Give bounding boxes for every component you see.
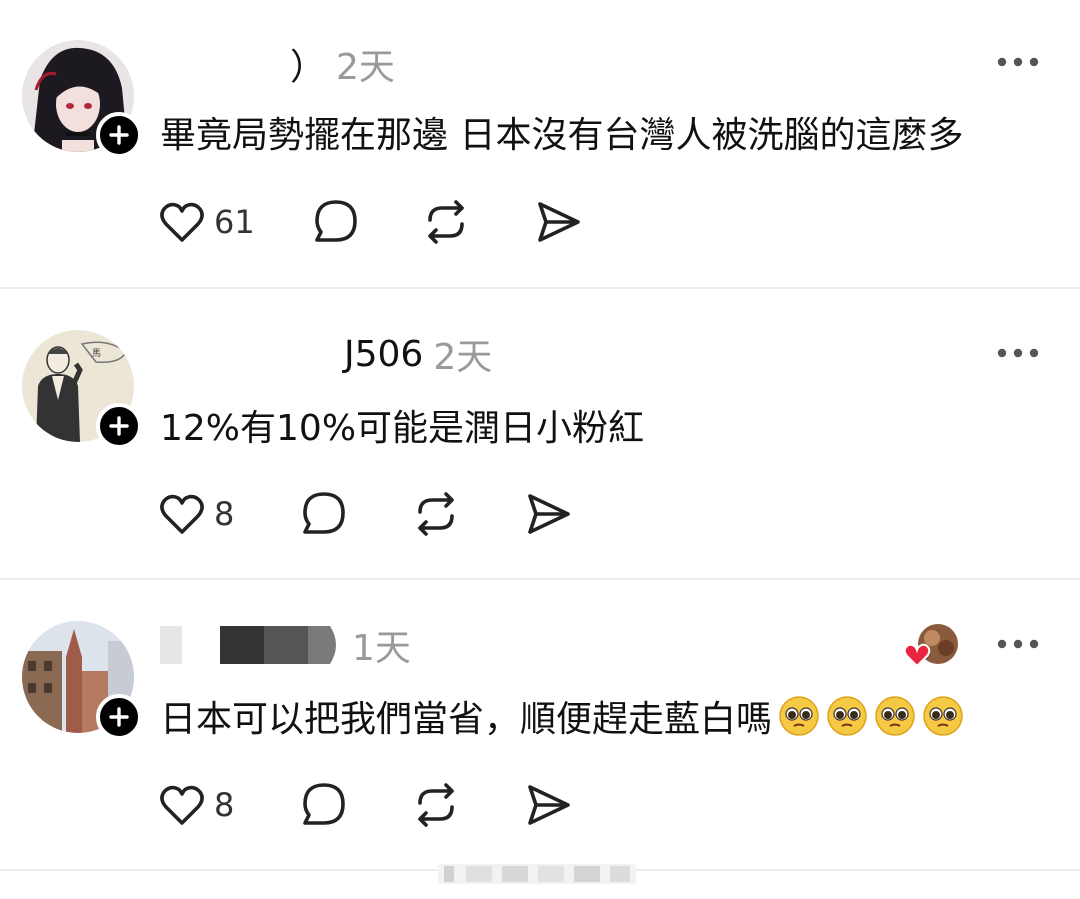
plus-icon (109, 707, 129, 727)
more-dots-icon (997, 57, 1039, 67)
plus-icon (109, 416, 129, 436)
like-count: 61 (214, 203, 255, 241)
post-1: ） 2天 畢竟局勢擺在那邊 日本沒有台灣人被洗腦的這麼多 61 (0, 0, 1080, 288)
pleading-face-emoji (779, 696, 819, 736)
share-button[interactable] (524, 489, 572, 539)
like-count: 8 (214, 495, 235, 533)
heart-outline-icon (160, 202, 204, 242)
post-3: 1天 日本可以把我們當省，順便趕走藍白嗎 8 (0, 580, 1080, 870)
pleading-face-emoji (827, 696, 867, 736)
more-options-button[interactable] (996, 54, 1040, 70)
more-options-button[interactable] (996, 345, 1040, 361)
svg-text:馬: 馬 (92, 348, 101, 359)
repost-arrows-icon (418, 492, 454, 536)
send-paper-plane-icon (528, 785, 570, 825)
redacted-username (160, 334, 344, 374)
more-options-button[interactable] (996, 636, 1040, 652)
repost-button[interactable] (412, 780, 460, 830)
pleading-face-emoji (875, 696, 915, 736)
liked-by-author-avatar (903, 624, 958, 668)
username[interactable]: ） (290, 38, 326, 90)
username-row: J506 2天 (160, 330, 493, 379)
repost-button[interactable] (422, 197, 470, 247)
watermark (438, 860, 636, 888)
send-paper-plane-icon (528, 494, 570, 534)
heart-outline-icon (160, 494, 204, 534)
comment-bubble-icon (303, 783, 345, 825)
post-timestamp: 2天 (336, 47, 395, 88)
pleading-face-emoji-group (772, 696, 964, 740)
more-dots-icon (997, 348, 1039, 358)
like-button[interactable]: 8 (158, 489, 234, 539)
share-button[interactable] (524, 780, 572, 830)
post-timestamp: 2天 (433, 337, 493, 378)
comment-bubble-icon (303, 492, 345, 534)
share-button[interactable] (534, 197, 582, 247)
more-dots-icon (997, 639, 1039, 649)
comment-bubble-icon (315, 200, 357, 242)
heart-outline-icon (160, 785, 204, 825)
blurred-watermark (438, 864, 636, 884)
comment-button[interactable] (312, 197, 360, 247)
username-row: ） 2天 (160, 40, 395, 88)
red-heart-icon (903, 643, 931, 668)
plus-icon (109, 125, 129, 145)
follow-button[interactable] (96, 403, 142, 449)
repost-arrows-icon (418, 783, 454, 827)
post-text: 畢竟局勢擺在那邊 日本沒有台灣人被洗腦的這麼多 (160, 115, 964, 156)
username-row: 1天 (160, 621, 411, 669)
post-timestamp: 1天 (352, 628, 411, 669)
repost-arrows-icon (428, 200, 464, 244)
like-button[interactable]: 8 (158, 780, 234, 830)
redacted-username (160, 44, 290, 84)
like-count: 8 (214, 786, 235, 824)
follow-button[interactable] (96, 694, 142, 740)
comment-button[interactable] (300, 489, 348, 539)
follow-button[interactable] (96, 112, 142, 158)
like-button[interactable]: 61 (158, 197, 255, 247)
post-text: 12%有10%可能是潤日小粉紅 (160, 408, 645, 449)
send-paper-plane-icon (538, 202, 580, 242)
redacted-username (160, 626, 336, 664)
username[interactable]: J506 (344, 334, 423, 375)
post-text-content: 日本可以把我們當省，順便趕走藍白嗎 (160, 699, 773, 740)
post-text: 日本可以把我們當省，順便趕走藍白嗎 (160, 690, 964, 742)
post-2: 馬 J506 2天 12%有10%可能是潤日小粉紅 8 (0, 289, 1080, 579)
pleading-face-emoji (923, 696, 963, 736)
comment-button[interactable] (300, 780, 348, 830)
repost-button[interactable] (412, 489, 460, 539)
author-liked-badge (902, 622, 962, 670)
